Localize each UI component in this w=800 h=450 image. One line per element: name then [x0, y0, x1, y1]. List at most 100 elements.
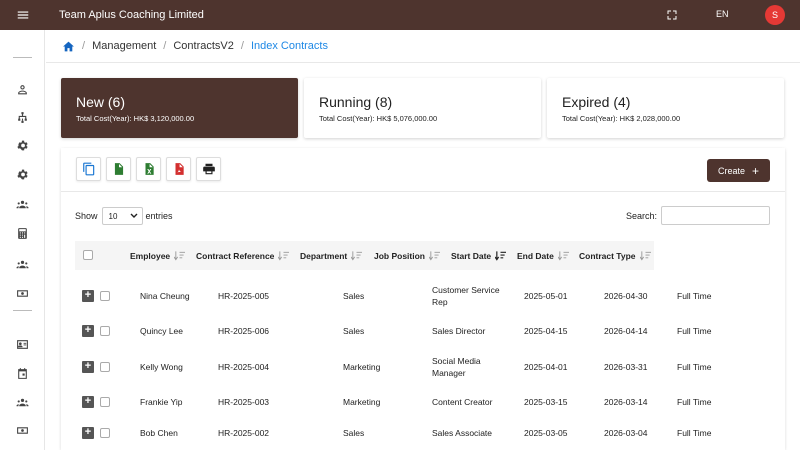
table-row[interactable]: + Quincy Lee HR-2025-006 Sales Sales Dir… [75, 318, 785, 344]
table-row[interactable]: + Nina Cheung HR-2025-005 Sales Customer… [75, 283, 785, 309]
status-card-new[interactable]: New (6) Total Cost(Year): HK$ 3,120,000.… [61, 78, 298, 138]
toolbar-divider [61, 191, 785, 192]
sort-desc-icon [495, 250, 507, 261]
column-label: Start Date [451, 250, 492, 261]
sidebar-divider [13, 310, 32, 311]
cell-contract-type: Full Time [677, 291, 712, 301]
sort-icon [174, 250, 186, 261]
breadcrumb-separator: / [163, 40, 167, 52]
group-icon[interactable] [14, 256, 30, 272]
cell-start-date: 2025-03-05 [524, 428, 568, 438]
plus-icon: + [752, 163, 760, 178]
column-header-contract-type[interactable]: Contract Type [579, 241, 651, 270]
breadcrumb-contractsv2[interactable]: ContractsV2 [173, 40, 234, 52]
table-row[interactable]: + Bob Chen HR-2025-002 Sales Sales Assoc… [75, 420, 785, 446]
app-title: Team Aplus Coaching Limited [59, 9, 204, 21]
person-icon[interactable] [14, 81, 30, 97]
row-checkbox[interactable] [100, 428, 110, 438]
expand-row-icon[interactable]: + [82, 325, 94, 337]
column-label: Job Position [374, 250, 425, 261]
user-avatar[interactable]: S [765, 5, 785, 25]
show-label: Show [75, 211, 98, 221]
org-chart-icon[interactable] [14, 109, 30, 125]
column-header-contract-reference[interactable]: Contract Reference [196, 241, 290, 270]
contact-card-icon[interactable] [14, 336, 30, 352]
sort-icon [278, 250, 290, 261]
export-csv-button[interactable] [106, 157, 131, 181]
entries-select[interactable]: 10 [101, 207, 143, 225]
table-row[interactable]: + Kelly Wong HR-2025-004 Marketing Socia… [75, 354, 785, 380]
table-header: Employee Contract Reference Department J… [75, 241, 654, 270]
calculator-icon[interactable] [14, 225, 30, 241]
status-card-expired[interactable]: Expired (4) Total Cost(Year): HK$ 2,028,… [547, 78, 784, 138]
export-pdf-button[interactable] [166, 157, 191, 181]
row-checkbox[interactable] [100, 291, 110, 301]
column-label: Contract Type [579, 250, 636, 261]
row-checkbox[interactable] [100, 362, 110, 372]
cell-contract-reference: HR-2025-003 [218, 397, 270, 407]
create-button[interactable]: Create + [707, 159, 770, 182]
column-header-department[interactable]: Department [300, 241, 363, 270]
language-selector[interactable]: EN [716, 9, 729, 19]
cell-contract-type: Full Time [677, 397, 712, 407]
cell-contract-reference: HR-2025-004 [218, 362, 270, 372]
column-header-job-position[interactable]: Job Position [374, 241, 440, 270]
card-title: Running (8) [319, 94, 393, 110]
column-label: End Date [517, 250, 554, 261]
column-header-end-date[interactable]: End Date [517, 241, 569, 270]
column-label: Department [300, 250, 348, 261]
payments-icon[interactable] [14, 285, 30, 301]
expand-row-icon[interactable]: + [82, 396, 94, 408]
row-checkbox[interactable] [100, 397, 110, 407]
cell-job-position: Customer Service Rep [432, 285, 500, 307]
cell-employee: Bob Chen [140, 428, 178, 438]
csv-file-icon [114, 163, 123, 175]
entries-length-control: Show 10 entries [75, 207, 173, 225]
settings-icon[interactable] [14, 137, 30, 153]
expand-row-icon[interactable]: + [82, 361, 94, 373]
table-row[interactable]: + Frankie Yip HR-2025-003 Marketing Cont… [75, 389, 785, 415]
select-all-checkbox[interactable] [83, 250, 93, 260]
calendar-icon[interactable] [14, 365, 30, 381]
cell-contract-type: Full Time [677, 326, 712, 336]
fullscreen-icon[interactable] [664, 7, 680, 23]
cell-department: Marketing [343, 397, 381, 407]
cell-job-position: Sales Director [432, 326, 486, 336]
expand-row-icon[interactable]: + [82, 290, 94, 302]
row-checkbox[interactable] [100, 326, 110, 336]
breadcrumb-index-contracts: Index Contracts [250, 40, 328, 52]
status-card-running[interactable]: Running (8) Total Cost(Year): HK$ 5,076,… [304, 78, 541, 138]
cell-contract-reference: HR-2025-005 [218, 291, 270, 301]
copy-button[interactable] [76, 157, 101, 181]
sidebar [0, 30, 45, 450]
menu-icon[interactable] [0, 0, 46, 30]
cell-job-position: Social Media Manager [432, 356, 481, 378]
cell-end-date: 2026-04-14 [604, 326, 648, 336]
settings-icon[interactable] [14, 166, 30, 182]
cell-department: Sales [343, 326, 365, 336]
payments-icon[interactable] [14, 422, 30, 438]
sort-icon [557, 250, 569, 261]
group-icon[interactable] [14, 196, 30, 212]
cell-employee: Nina Cheung [140, 291, 190, 301]
entries-label: entries [145, 211, 173, 221]
search-input[interactable] [661, 206, 770, 225]
column-header-start-date[interactable]: Start Date [451, 241, 507, 270]
export-excel-button[interactable] [136, 157, 161, 181]
card-subtitle: Total Cost(Year): HK$ 2,028,000.00 [562, 114, 681, 123]
contracts-panel: Create + Show 10 entries Search: Employe… [61, 148, 785, 450]
breadcrumb-management[interactable]: Management [92, 40, 156, 52]
cell-end-date: 2026-03-04 [604, 428, 648, 438]
pdf-file-icon [175, 163, 184, 175]
column-header-employee[interactable]: Employee [130, 241, 186, 270]
home-icon[interactable] [62, 40, 75, 53]
expand-row-icon[interactable]: + [82, 427, 94, 439]
card-title: Expired (4) [562, 94, 631, 110]
card-title: New (6) [76, 94, 126, 110]
top-app-bar: Team Aplus Coaching Limited EN S [0, 0, 800, 30]
create-label: Create [717, 165, 745, 176]
print-button[interactable] [196, 157, 221, 181]
entries-value: 10 [108, 211, 118, 221]
group-icon[interactable] [14, 394, 30, 410]
excel-file-icon [145, 163, 154, 175]
